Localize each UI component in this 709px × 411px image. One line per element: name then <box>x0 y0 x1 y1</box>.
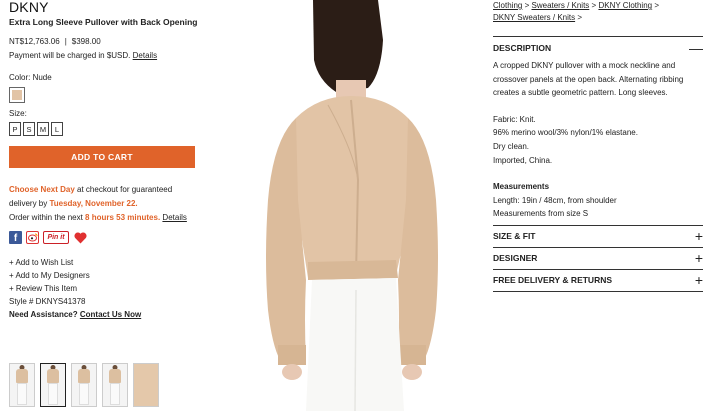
style-number: Style # DKNYS41378 <box>9 297 86 306</box>
delivery-text-2: Order within the next <box>9 213 86 222</box>
review-item-link[interactable]: + Review This Item <box>9 282 199 295</box>
size-note: Measurements from size S <box>493 209 589 219</box>
product-image[interactable] <box>218 0 468 411</box>
swatch-fill <box>12 90 22 100</box>
thumbnail-front[interactable] <box>9 363 35 407</box>
plus-icon[interactable]: + <box>695 250 703 266</box>
origin-line: Imported, China. <box>493 155 553 165</box>
breadcrumb-sep: > <box>591 1 597 10</box>
size-option-l[interactable]: L <box>51 122 63 136</box>
charge-note: Payment will be charged in $USD. Details <box>9 51 199 60</box>
plus-icon[interactable]: + <box>695 228 703 244</box>
facebook-icon[interactable]: f <box>9 231 22 244</box>
charge-note-text: Payment will be charged in $USD. <box>9 51 131 60</box>
breadcrumb-sep: > <box>577 13 583 22</box>
designer-label: DESIGNER <box>493 253 538 264</box>
need-assistance: Need Assistance? Contact Us Now <box>9 308 199 321</box>
breadcrumb-dkny-sweaters[interactable]: DKNY Sweaters / Knits <box>493 13 575 22</box>
fabric-line: Fabric: Knit. <box>493 114 536 124</box>
designer-section[interactable]: DESIGNER + <box>493 246 703 269</box>
price-separator: | <box>64 37 67 46</box>
thumbnail-strip <box>9 363 159 407</box>
choose-next-day: Choose Next Day <box>9 185 75 194</box>
size-selector: P S M L <box>9 122 199 136</box>
product-details: Clothing > Sweaters / Knits > DKNY Cloth… <box>493 0 703 292</box>
length-line: Length: 19in / 48cm, from shoulder <box>493 195 617 205</box>
thumbnail-back[interactable] <box>40 363 66 407</box>
thumbnail-side[interactable] <box>71 363 97 407</box>
delivery-returns-label: FREE DELIVERY & RETURNS <box>493 275 613 286</box>
product-info: DKNY Extra Long Sleeve Pullover with Bac… <box>9 0 199 321</box>
section-divider <box>493 290 703 292</box>
size-fit-section[interactable]: SIZE & FIT + <box>493 224 703 247</box>
description-text: A cropped DKNY pullover with a mock neck… <box>493 61 684 98</box>
composition-line: 96% merino wool/3% nylon/1% elastane. <box>493 128 638 138</box>
description-header[interactable]: DESCRIPTION — <box>493 37 703 59</box>
contact-us-link[interactable]: Contact Us Now <box>80 310 141 319</box>
description-section: DESCRIPTION — A cropped DKNY pullover wi… <box>493 36 703 225</box>
brand-name[interactable]: DKNY <box>9 0 199 14</box>
item-actions: + Add to Wish List + Add to My Designers… <box>9 256 199 321</box>
delivery-details-link[interactable]: Details <box>162 213 186 222</box>
price-local: NT$12,763.06 <box>9 37 60 46</box>
delivery-note: Choose Next Day at checkout for guarante… <box>9 183 199 225</box>
color-label: Color: Nude <box>9 73 52 82</box>
size-label: Size: <box>9 109 27 118</box>
product-title: Extra Long Sleeve Pullover with Back Ope… <box>9 17 198 27</box>
breadcrumb-sep: > <box>654 1 660 10</box>
delivery-returns-section[interactable]: FREE DELIVERY & RETURNS + <box>493 268 703 291</box>
description-body: A cropped DKNY pullover with a mock neck… <box>493 59 703 225</box>
breadcrumb-sweaters[interactable]: Sweaters / Knits <box>532 1 590 10</box>
breadcrumb: Clothing > Sweaters / Knits > DKNY Cloth… <box>493 0 703 24</box>
minus-icon[interactable]: — <box>689 40 703 56</box>
description-title: DESCRIPTION <box>493 43 552 53</box>
share-bar: f Pin it <box>9 231 199 244</box>
breadcrumb-dkny-clothing[interactable]: DKNY Clothing <box>598 1 652 10</box>
assist-label: Need Assistance? <box>9 310 78 319</box>
thumbnail-detail[interactable] <box>133 363 159 407</box>
heart-icon[interactable] <box>73 231 87 244</box>
delivery-countdown: 8 hours 53 minutes. <box>85 213 161 222</box>
size-option-p[interactable]: P <box>9 122 21 136</box>
weibo-icon[interactable] <box>26 231 39 244</box>
thumbnail-full[interactable] <box>102 363 128 407</box>
add-to-designers-link[interactable]: + Add to My Designers <box>9 269 199 282</box>
add-to-cart-button[interactable]: ADD TO CART <box>9 146 195 168</box>
charge-details-link[interactable]: Details <box>133 51 157 60</box>
pinterest-button[interactable]: Pin it <box>43 231 69 244</box>
color-swatch[interactable] <box>9 87 25 103</box>
delivery-date: Tuesday, November 22. <box>49 199 138 208</box>
care-line: Dry clean. <box>493 141 530 151</box>
breadcrumb-clothing[interactable]: Clothing <box>493 1 522 10</box>
price-usd: $398.00 <box>71 37 101 46</box>
size-option-s[interactable]: S <box>23 122 35 136</box>
breadcrumb-sep: > <box>524 1 530 10</box>
price: NT$12,763.06 | $398.00 <box>9 37 199 46</box>
plus-icon[interactable]: + <box>695 272 703 288</box>
measurements-title: Measurements <box>493 182 550 192</box>
size-fit-label: SIZE & FIT <box>493 231 536 242</box>
add-to-wishlist-link[interactable]: + Add to Wish List <box>9 256 199 269</box>
size-option-m[interactable]: M <box>37 122 49 136</box>
